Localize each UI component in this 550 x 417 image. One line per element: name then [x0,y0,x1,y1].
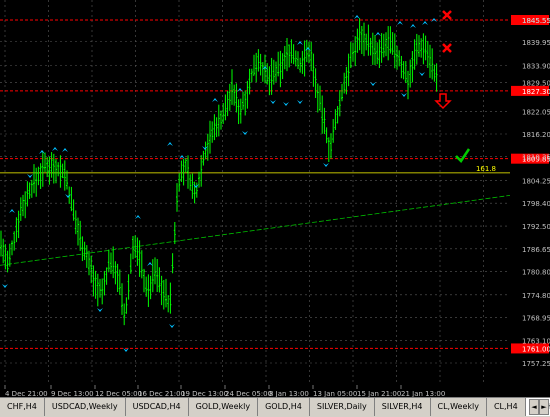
level-price-label: 1827.30 [522,88,550,96]
fractal-up-arrow-icon [147,262,153,266]
fractal-down-arrow-icon [419,72,425,76]
tab-scroll-left-button[interactable]: ◄ [529,399,539,415]
date-tick-label: 15 Jan 21:00 [357,390,401,397]
signal-marks [434,10,471,163]
fractal-down-arrow-icon [323,163,329,167]
price-tick-label: 1786.65 [522,246,550,254]
price-tick-label: 1774.80 [522,292,550,300]
date-tick-label: 4 Dec 21:00 [5,390,48,397]
price-tick-label: 1816.20 [522,131,550,139]
rising-trendline [0,194,511,266]
check-shape [455,148,471,163]
price-chart[interactable]: 1845.551827.301809.851761.00161.8 1845.5… [0,0,550,397]
fractal-up-arrow-icon [237,88,243,92]
red-cross-icon [442,43,452,53]
fractal-up-arrow-icon [135,215,141,219]
date-tick-label: 24 Dec 05:00 [225,390,272,397]
fractal-down-arrow-icon [169,324,175,328]
fractal-up-arrow-icon [167,142,173,146]
price-tick-label: 1829.50 [522,79,550,87]
green-check-icon [455,148,471,163]
fractal-down-arrow-icon [27,174,33,178]
horizontal-levels: 1845.551827.301809.851761.00161.8 [0,15,550,354]
date-tick-label: 8 Jan 13:00 [269,390,309,397]
price-tick-label: 1780.80 [522,269,550,277]
fractal-down-arrow-icon [193,184,199,188]
fractal-up-arrow-icon [297,41,303,45]
fractal-down-arrow-icon [401,93,407,97]
tab-silver-h4[interactable]: SILVER,H4 [375,398,431,416]
tab-silver-daily[interactable]: SILVER,Daily [310,398,375,416]
fractal-down-arrow-icon [370,82,376,86]
fractal-down-arrow-icon [2,284,8,288]
fractal-up-arrow-icon [62,148,68,152]
fractal-up-arrow-icon [305,47,311,51]
price-tick-label: 1839.95 [522,39,550,47]
price-tick-label: 1757.25 [522,360,550,368]
date-tick-label: 12 Dec 05:00 [95,390,142,397]
price-tick-label: 1798.40 [522,200,550,208]
red-cross-icon [442,10,452,20]
date-tick-label: 19 Dec 13:00 [181,390,228,397]
red-down-arrow-icon [434,93,452,110]
price-tick-label: 1763.10 [522,337,550,345]
price-tick-label: 1810.35 [522,154,550,162]
date-tick-label: 13 Jan 05:00 [313,390,357,397]
price-tick-label: 1833.90 [522,62,550,70]
price-tick-label: 1792.50 [522,223,550,231]
fractal-down-arrow-icon [297,100,303,104]
fractal-down-arrow-icon [283,102,289,106]
fib-level-label: 161.8 [476,165,496,173]
date-tick-label: 16 Dec 21:00 [138,390,185,397]
price-axis: 1845.55 1839.95 1833.90 1829.50 1822.05 1816.… [522,17,550,368]
price-bars [0,18,438,326]
fractal-up-arrow-icon [9,209,15,213]
tab-cl-h4[interactable]: CL,H4 [487,398,526,416]
fractal-up-arrow-icon [212,98,218,102]
tab-usdcad-weekly[interactable]: USDCAD,Weekly [45,398,126,416]
chart-tab-bar: CHF,H4 USDCAD,Weekly USDCAD,H4 GOLD,Weekly G… [0,397,550,417]
tab-gold-h4[interactable]: GOLD,H4 [258,398,310,416]
tab-chf-h4[interactable]: CHF,H4 [0,398,45,416]
price-tick-label: 1804.25 [522,177,550,185]
price-tick-label: 1822.05 [522,108,550,116]
down-arrow-shape [434,93,452,110]
fractal-up-arrow-icon [375,32,381,36]
fractal-up-arrow-icon [39,150,45,154]
fractal-up-arrow-icon [410,24,416,28]
price-tick-label: 1845.55 [522,17,550,25]
fractal-down-arrow-icon [202,146,208,150]
date-tick-label: 9 Dec 13:00 [51,390,94,397]
fractal-down-arrow-icon [242,131,248,135]
fractal-up-arrow-icon [354,15,360,19]
fractal-down-arrow-icon [97,308,103,312]
date-tick-label: 21 Jan 13:00 [401,390,445,397]
tab-scroll-right-button[interactable]: ► [539,399,549,415]
fractal-up-arrow-icon [52,147,58,151]
tab-gold-weekly[interactable]: GOLD,Weekly [189,398,259,416]
trendline [0,194,511,266]
price-tick-label: 1768.95 [522,315,550,323]
fractal-down-arrow-icon [270,100,276,104]
tab-usdcad-h4[interactable]: USDCAD,H4 [126,398,189,416]
level-price-label: 1761.00 [522,345,550,353]
tab-cl-weekly[interactable]: CL,Weekly [431,398,487,416]
time-axis: 4 Dec 21:00 9 Dec 13:00 12 Dec 05:0016 Dec… [4,385,445,397]
fractal-up-arrow-icon [422,21,428,25]
fractal-up-arrow-icon [397,21,403,25]
chart-grid [0,0,510,385]
